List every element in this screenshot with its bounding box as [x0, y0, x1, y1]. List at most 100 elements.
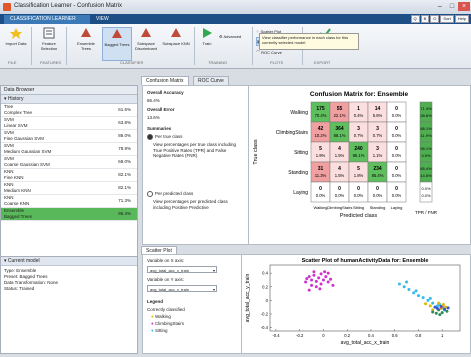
legend-item-walking[interactable]: ● Walking — [151, 314, 171, 319]
matrix-cell — [348, 161, 369, 183]
data-point — [440, 311, 444, 315]
cell-percent: 88.1% — [334, 133, 346, 138]
data-point — [397, 282, 401, 286]
model-history-item[interactable]: SVM Fine Gaussian SVM 86.0% — [1, 130, 137, 143]
cell-percent: 0.0% — [392, 113, 402, 118]
quick-access-button[interactable]: Q — [410, 15, 420, 23]
data-point — [307, 288, 311, 292]
train-button[interactable]: Train — [197, 27, 217, 59]
subspace-knn-button[interactable]: Subspace KNN — [162, 27, 190, 59]
model-accuracy: 71.3% — [118, 198, 131, 203]
data-point — [321, 278, 325, 282]
cell-count: 234 — [373, 166, 382, 172]
fnr-value: 4.9% — [421, 153, 431, 158]
model-accuracy: 86.0% — [118, 133, 131, 138]
tab-view[interactable]: VIEW — [90, 15, 115, 24]
ensemble-trees-button[interactable]: Ensemble Trees — [72, 27, 100, 59]
confusion-matrix-chart: Confusion Matrix for: EnsembleWalkingCli… — [253, 91, 438, 219]
model-history-item[interactable]: Tree Complex Tree 61.6% — [1, 104, 137, 117]
matlab-app-icon — [3, 3, 11, 11]
tpr-value: 85.4% — [420, 166, 432, 171]
section-label: PLOTS — [270, 60, 284, 65]
cell-percent: 0.0% — [373, 193, 383, 198]
model-accuracy: 78.9% — [118, 146, 131, 151]
model-history-item[interactable]: SVM Medium Gaussian SVM 78.9% — [1, 143, 137, 156]
matrix-cell — [329, 121, 350, 143]
data-point — [329, 277, 333, 281]
matrix-cell — [386, 181, 407, 203]
tab-classification-learner[interactable]: CLASSIFICATION LEARNER — [4, 15, 90, 24]
help-button[interactable]: Help — [454, 15, 469, 23]
tpr-cell — [419, 121, 433, 143]
fnr-value: 0.0% — [421, 193, 431, 198]
window-title: Classification Learner - Confusion Matri… — [14, 3, 123, 9]
data-point — [428, 296, 432, 300]
x-variable-select[interactable]: avg_total_acc_x_train ▾ — [147, 266, 217, 273]
quick-access-button[interactable]: O — [430, 15, 440, 23]
model-accuracy: 86.4% — [118, 211, 131, 216]
overall-accuracy-label: Overall Accuracy — [147, 90, 184, 95]
data-point — [307, 275, 311, 279]
cell-count: 175 — [316, 106, 325, 112]
legend-marker-icon: ● — [151, 328, 154, 333]
cell-count: 0 — [395, 146, 398, 152]
maximize-button[interactable]: □ — [446, 2, 458, 11]
cell-count: 0 — [319, 186, 322, 192]
legend-item-sitting[interactable]: ● Sitting — [151, 328, 168, 333]
column-label: ClimbingStairs — [327, 205, 353, 210]
close-button[interactable]: × — [458, 2, 470, 11]
matrix-cell — [329, 181, 350, 203]
minimize-button[interactable]: – — [434, 2, 446, 11]
tree-icon — [139, 27, 153, 39]
fnr-value: 11.9% — [420, 133, 431, 138]
matrix-cell — [329, 101, 350, 123]
import-icon — [9, 27, 23, 39]
chart-title: Confusion Matrix for: Ensemble — [310, 91, 409, 98]
y-variable-select[interactable]: avg_total_acc_x_train ▾ — [147, 285, 217, 292]
data-point — [405, 280, 409, 284]
model-name: Bagged Trees — [4, 214, 33, 219]
tab-roc-curve[interactable]: ROC Curve — [193, 76, 229, 85]
section-label: CLASSIFIER — [120, 60, 144, 65]
legend-item-climbingstairs[interactable]: ● ClimbingStairs — [151, 321, 184, 326]
matrix-cell — [367, 101, 388, 123]
x-tick-label: 0 — [322, 333, 325, 338]
tree-icon — [169, 27, 183, 39]
scatter-settings-panel: Variable on X axis: avg_total_acc_x_trai… — [142, 254, 242, 354]
model-history-item[interactable]: KNN Fine KNN 82.1% — [1, 169, 137, 182]
misclassified-point: × — [442, 305, 445, 311]
cell-count: 5 — [319, 146, 322, 152]
data-point — [326, 271, 330, 275]
per-true-class-option[interactable]: Per true class — [147, 134, 183, 140]
quick-access-button[interactable]: B — [420, 15, 430, 23]
roc-curve-button[interactable]: ⌒ ROC Curve — [256, 49, 282, 56]
tpr-fnr-label: TPR / FNR — [415, 210, 438, 215]
data-point — [426, 298, 430, 302]
cell-percent: 22.1% — [334, 113, 346, 118]
model-history-item[interactable]: Ensemble Bagged Trees 86.4% — [1, 208, 137, 221]
tpr-cell — [419, 141, 433, 163]
x-tick-label: 0.2 — [344, 333, 350, 338]
per-predicted-class-option[interactable]: Per predicted class — [147, 191, 193, 197]
current-model-header[interactable]: ▾ Current model — [1, 257, 137, 266]
matrix-cell — [329, 161, 350, 183]
tpr-value: 95.1% — [420, 146, 432, 151]
tab-confusion-matrix[interactable]: Confusion Matrix — [141, 76, 189, 85]
model-accuracy: 82.1% — [118, 172, 131, 177]
advanced-button[interactable]: ⚙ Advanced — [219, 33, 241, 40]
subspace-discriminant-button[interactable]: Subspace Discriminant — [132, 27, 160, 59]
quick-access-button[interactable]: Sort — [440, 15, 454, 23]
model-history-item[interactable]: KNN Coarse KNN 71.3% — [1, 195, 137, 208]
model-history-item[interactable]: KNN Medium KNN 82.1% — [1, 182, 137, 195]
legend-subtitle: Correctly classified — [147, 307, 185, 312]
history-header[interactable]: ▾ History — [1, 95, 137, 104]
model-history-item[interactable]: SVM Coarse Gaussian SVM 68.0% — [1, 156, 137, 169]
cell-count: 0 — [395, 106, 398, 112]
panel-title: Data Browser — [1, 86, 137, 95]
bagged-trees-button[interactable]: Bagged Trees — [102, 27, 132, 61]
feature-selection-icon — [42, 27, 56, 39]
ribbon-separator — [252, 27, 253, 65]
import-data-button[interactable]: Import Data — [2, 27, 30, 59]
model-history-item[interactable]: SVM Linear SVM 63.8% — [1, 117, 137, 130]
feature-selection-button[interactable]: Feature Selection — [35, 27, 63, 59]
